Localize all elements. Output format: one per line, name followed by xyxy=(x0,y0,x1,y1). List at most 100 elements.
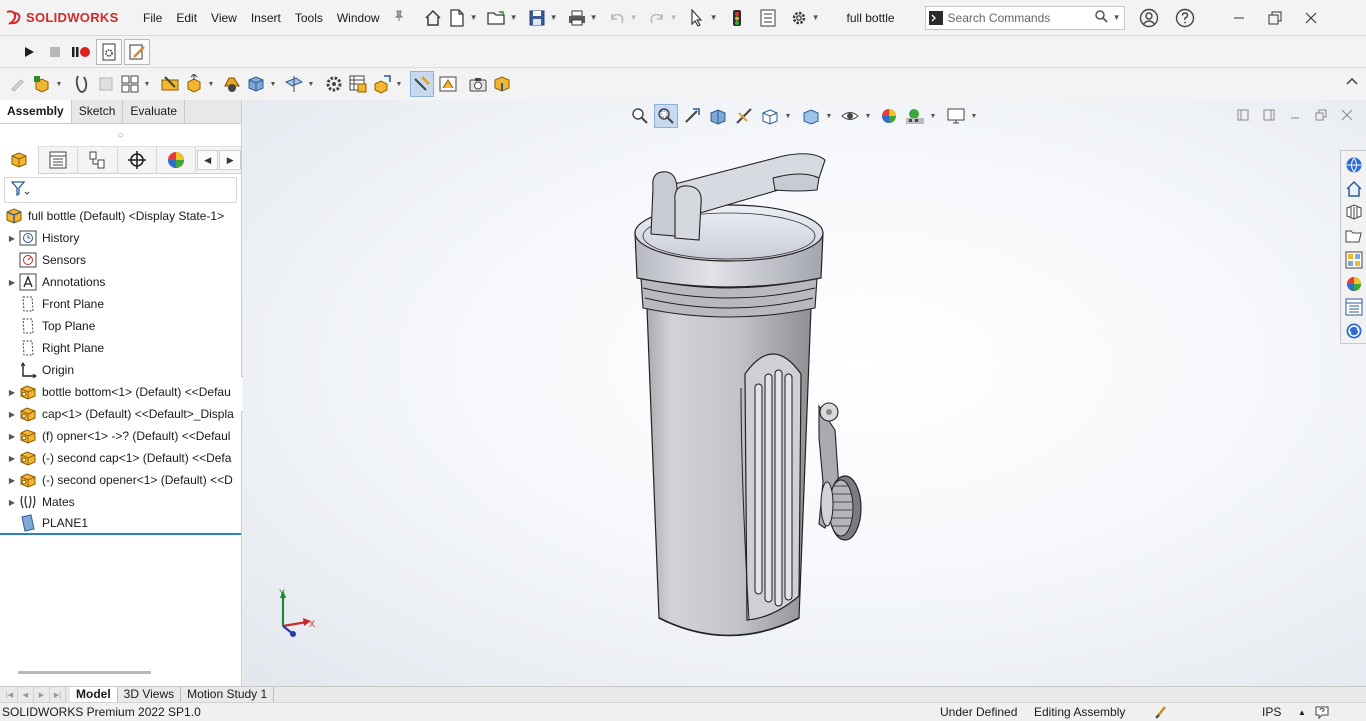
doc-restore-icon[interactable] xyxy=(1312,106,1330,124)
file-explorer-icon[interactable] xyxy=(1343,225,1365,247)
apply-scene-dropdown-icon[interactable]: ▼ xyxy=(928,113,938,120)
tabs-scroll-right-icon[interactable]: ▶ xyxy=(219,150,242,170)
edit-macro-icon[interactable] xyxy=(124,38,150,65)
doc-minimize-icon[interactable] xyxy=(1286,106,1304,124)
tab-motion-study[interactable]: Motion Study 1 xyxy=(181,687,275,702)
prev-tab-icon[interactable]: ◀ xyxy=(18,687,34,702)
expand-arrow-icon[interactable]: ▶ xyxy=(6,410,18,419)
unit-system-menu-icon[interactable]: ▲ xyxy=(1292,708,1312,717)
close-window-icon[interactable] xyxy=(1293,0,1329,36)
tab-3d-views[interactable]: 3D Views xyxy=(117,687,182,702)
update-speedpak-icon[interactable] xyxy=(436,71,460,97)
linear-pattern-icon[interactable] xyxy=(94,71,118,97)
stop-macro-icon[interactable] xyxy=(42,39,68,65)
first-tab-icon[interactable]: |◀ xyxy=(2,687,18,702)
open-dropdown-icon[interactable]: ▼ xyxy=(509,13,519,22)
tree-item-cap-1-default-default-displa[interactable]: ▶ cap<1> (Default) <<Default>_Displa xyxy=(0,403,241,425)
assembly-features-icon[interactable] xyxy=(244,71,268,97)
search-commands-field[interactable]: Search Commands ▼ xyxy=(924,5,1125,30)
options-gear-icon[interactable] xyxy=(788,7,810,29)
tree-item-mates[interactable]: ▶ Mates xyxy=(0,491,241,513)
custom-properties-icon[interactable] xyxy=(1343,297,1365,319)
home-icon[interactable] xyxy=(422,7,444,29)
account-icon[interactable] xyxy=(1131,0,1167,36)
panel-splitter[interactable]: ○ xyxy=(0,124,241,146)
tile-right-icon[interactable] xyxy=(1260,106,1278,124)
explode-line-sketch-icon[interactable] xyxy=(370,71,394,97)
move-dropdown-icon[interactable]: ▼ xyxy=(206,81,216,88)
display-style-dropdown-icon[interactable]: ▼ xyxy=(824,113,834,120)
graphics-area[interactable]: ▼ ▼ ▼ ▼ ▼ Y X xyxy=(243,100,1366,686)
large-assembly-settings-icon[interactable] xyxy=(490,71,514,97)
insert-components-icon[interactable] xyxy=(30,71,54,97)
show-hidden-components-icon[interactable] xyxy=(220,71,244,97)
redo-icon[interactable] xyxy=(646,7,668,29)
view-palette-icon[interactable] xyxy=(1343,249,1365,271)
hide-show-items-icon[interactable] xyxy=(838,104,862,128)
expand-arrow-icon[interactable]: ▶ xyxy=(6,476,18,485)
edit-component-icon[interactable] xyxy=(6,71,30,97)
new-macro-icon[interactable] xyxy=(96,38,122,65)
select-cursor-icon[interactable] xyxy=(686,7,708,29)
undo-icon[interactable] xyxy=(606,7,628,29)
featuremanager-tab-icon[interactable] xyxy=(0,146,40,174)
explode-dropdown-icon[interactable]: ▼ xyxy=(394,81,404,88)
open-folder-icon[interactable] xyxy=(486,7,508,29)
apply-scene-icon[interactable] xyxy=(903,104,927,128)
assembly-features-dropdown-icon[interactable]: ▼ xyxy=(268,81,278,88)
configurationmanager-tab-icon[interactable] xyxy=(78,146,118,174)
menu-tools[interactable]: Tools xyxy=(288,0,330,36)
tree-item-front-plane[interactable]: Front Plane xyxy=(0,293,241,315)
tab-assembly[interactable]: Assembly xyxy=(0,100,72,123)
tree-item-top-plane[interactable]: Top Plane xyxy=(0,315,241,337)
tree-item-second-cap-1-default-defa[interactable]: ▶ (-) second cap<1> (Default) <<Defa xyxy=(0,447,241,469)
view-settings-dropdown-icon[interactable]: ▼ xyxy=(969,113,979,120)
mate-icon[interactable] xyxy=(70,71,94,97)
appearances-scenes-icon[interactable] xyxy=(1343,273,1365,295)
select-dropdown-icon[interactable]: ▼ xyxy=(709,13,719,22)
menu-view[interactable]: View xyxy=(204,0,244,36)
new-document-icon[interactable] xyxy=(446,7,468,29)
pause-record-macro-icon[interactable] xyxy=(68,39,94,65)
options-dropdown-icon[interactable]: ▼ xyxy=(811,13,821,22)
tree-item-sensors[interactable]: Sensors xyxy=(0,249,241,271)
dimxpert-tab-icon[interactable] xyxy=(118,146,157,174)
insert-components-dropdown-icon[interactable]: ▼ xyxy=(54,81,64,88)
expand-arrow-icon[interactable]: ▶ xyxy=(6,432,18,441)
smart-fasteners-icon[interactable] xyxy=(158,71,182,97)
expand-arrow-icon[interactable]: ▶ xyxy=(6,498,18,507)
instant3d-icon[interactable] xyxy=(410,71,434,97)
expand-arrow-icon[interactable]: ▶ xyxy=(6,388,18,397)
pin-menu-icon[interactable] xyxy=(389,10,409,25)
unit-system[interactable]: IPS xyxy=(1262,705,1292,719)
search-dropdown-icon[interactable]: ▼ xyxy=(1110,13,1124,22)
propertymanager-tab-icon[interactable] xyxy=(39,146,79,174)
section-view-icon[interactable] xyxy=(706,104,730,128)
menu-edit[interactable]: Edit xyxy=(169,0,204,36)
tree-item-f-opner-1-default-defaul[interactable]: ▶ (f) opner<1> ->? (Default) <<Defaul xyxy=(0,425,241,447)
expand-arrow-icon[interactable]: ▶ xyxy=(6,234,18,243)
tree-horizontal-scrollbar[interactable] xyxy=(18,671,151,674)
expand-arrow-icon[interactable]: ▶ xyxy=(6,278,18,287)
solidworks-resources-icon[interactable] xyxy=(1343,154,1365,176)
tree-root[interactable]: full bottle (Default) <Display State-1> xyxy=(0,205,241,227)
expand-arrow-icon[interactable]: ▶ xyxy=(6,454,18,463)
displaymanager-tab-icon[interactable] xyxy=(157,146,196,174)
tree-item-plane1[interactable]: PLANE1 xyxy=(0,513,241,535)
quick-tips-icon[interactable] xyxy=(1312,704,1332,720)
design-library-icon[interactable] xyxy=(1343,202,1365,224)
rebuild-traffic-light-icon[interactable] xyxy=(726,7,748,29)
tab-evaluate[interactable]: Evaluate xyxy=(123,100,186,123)
pattern-dropdown-icon[interactable]: ▼ xyxy=(142,81,152,88)
edit-appearance-icon[interactable] xyxy=(877,104,901,128)
print-dropdown-icon[interactable]: ▼ xyxy=(589,13,599,22)
tree-filter[interactable] xyxy=(4,177,237,203)
filter-icon[interactable] xyxy=(10,180,31,200)
redo-dropdown-icon[interactable]: ▼ xyxy=(669,13,679,22)
move-component-icon[interactable] xyxy=(182,71,206,97)
component-pattern-icon[interactable] xyxy=(118,71,142,97)
tree-item-second-opener-1-default-d[interactable]: ▶ (-) second opener<1> (Default) <<D xyxy=(0,469,241,491)
solidworks-logo[interactable]: SOLIDWORKS xyxy=(0,9,130,27)
zoom-to-area-icon[interactable] xyxy=(654,104,678,128)
file-properties-icon[interactable] xyxy=(757,7,779,29)
